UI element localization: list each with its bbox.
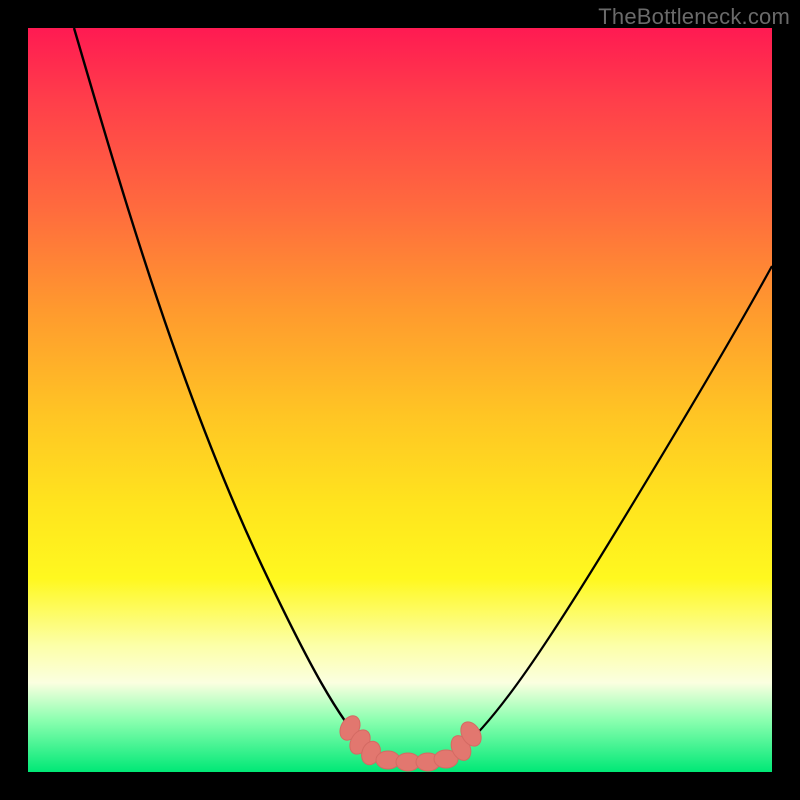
watermark-text: TheBottleneck.com [598, 4, 790, 30]
chart-svg [28, 28, 772, 772]
plot-area [28, 28, 772, 772]
curve-left-branch [74, 28, 368, 750]
chart-frame: TheBottleneck.com [0, 0, 800, 800]
valley-markers [336, 712, 485, 771]
curve-right-branch [460, 266, 772, 750]
